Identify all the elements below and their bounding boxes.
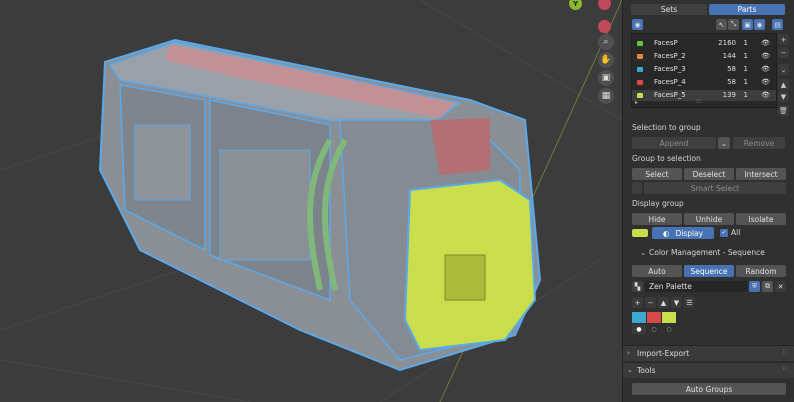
move-up-button[interactable]: ▲ xyxy=(778,79,789,90)
palette-name-field[interactable]: Zen Palette xyxy=(645,281,747,292)
group-list[interactable]: FacesP 2160 1 👁 FacesP_2 144 1 👁 FacesP_… xyxy=(631,33,777,108)
all-label: All xyxy=(731,228,741,237)
duplicate-icon[interactable]: ⧉ xyxy=(762,281,773,292)
object-icon[interactable]: ◉ xyxy=(632,19,643,30)
palette-color-3[interactable] xyxy=(662,312,676,323)
add-color-icon[interactable]: + xyxy=(632,297,643,308)
chevron-down-icon: ⌄ xyxy=(627,366,633,374)
sort-icon[interactable]: ☰ xyxy=(684,297,695,308)
display-label: Display xyxy=(675,228,704,238)
grid-icon[interactable]: ▦ xyxy=(598,88,614,104)
remove-button[interactable]: Remove xyxy=(733,137,785,149)
selection-to-group-label: Selection to group xyxy=(632,123,701,132)
color-swatch xyxy=(637,54,643,59)
visibility-icon[interactable]: ◉ xyxy=(754,19,765,30)
drag-grip-icon[interactable]: ⁝⁝ xyxy=(783,365,787,373)
layers-icon[interactable]: ▤ xyxy=(772,19,783,30)
select-toggle-icon[interactable]: ⤡ xyxy=(728,19,739,30)
smart-select-checkbox[interactable] xyxy=(632,182,642,194)
scene-view xyxy=(0,0,622,402)
eye-icon[interactable]: 👁 xyxy=(761,39,770,47)
trash-icon[interactable]: 🗑 xyxy=(778,105,789,116)
display-group-label: Display group xyxy=(632,199,684,208)
crate-model xyxy=(98,38,542,372)
zoom-icon[interactable]: ⌕ xyxy=(598,34,614,50)
tab-sets[interactable]: Sets xyxy=(631,4,707,15)
remove-color-icon[interactable]: − xyxy=(645,297,656,308)
move-color-down-icon[interactable]: ▼ xyxy=(671,297,682,308)
append-button[interactable]: Append xyxy=(632,137,716,149)
eye-icon[interactable]: 👁 xyxy=(761,78,770,86)
palette-select-3[interactable]: ○ xyxy=(662,325,676,334)
color-swatch xyxy=(637,93,643,98)
smart-select-button[interactable]: Smart Select xyxy=(644,182,786,194)
isolate-button[interactable]: Isolate xyxy=(736,213,786,225)
remove-group-button[interactable]: − xyxy=(778,47,789,58)
camera-icon[interactable]: ▣ xyxy=(598,70,614,86)
list-scroll-grip[interactable]: ⁝⁝⁝ xyxy=(696,98,702,105)
move-color-up-icon[interactable]: ▲ xyxy=(658,297,669,308)
side-panel: Sets Parts ◉ ↖ ⤡ ▣ ◉ ▤ FacesP 2160 1 👁 F… xyxy=(622,0,794,402)
chevron-right-icon: › xyxy=(627,349,630,357)
unhide-button[interactable]: Unhide xyxy=(684,213,734,225)
color-management-chevron-icon[interactable]: ⌄ xyxy=(640,248,646,257)
hand-icon[interactable]: ✋ xyxy=(598,52,614,68)
list-item[interactable]: FacesP 2160 1 👁 xyxy=(632,38,776,49)
palette-name: Zen Palette xyxy=(649,282,692,291)
eye-icon[interactable]: 👁 xyxy=(761,65,770,73)
tools-section[interactable]: ⌄ Tools ⁝⁝ xyxy=(623,362,794,378)
append-dropdown-chevron-icon[interactable]: ⌄ xyxy=(718,137,730,149)
auto-groups-button[interactable]: Auto Groups xyxy=(632,383,786,395)
list-expand-icon[interactable]: ▸ xyxy=(635,99,638,106)
import-export-section[interactable]: › Import-Export ⁝⁝ xyxy=(623,345,794,361)
deselect-button[interactable]: Deselect xyxy=(684,168,734,180)
intersect-button[interactable]: Intersect xyxy=(736,168,786,180)
gizmo-x-axis[interactable] xyxy=(598,20,611,33)
eye-icon[interactable]: 👁 xyxy=(761,52,770,60)
list-item[interactable]: FacesP_3 58 1 👁 xyxy=(632,64,776,75)
close-icon[interactable]: ✕ xyxy=(775,281,786,292)
hide-button[interactable]: Hide xyxy=(632,213,682,225)
display-toggle-icon: ◐ xyxy=(662,228,670,238)
color-swatch xyxy=(637,41,643,46)
color-swatch xyxy=(637,80,643,85)
list-item[interactable]: FacesP_5 139 1 👁 xyxy=(632,90,776,101)
shield-icon[interactable]: ⛨ xyxy=(749,281,760,292)
color-swatch xyxy=(637,67,643,72)
3d-viewport[interactable]: Y ⌕ ✋ ▣ ▦ xyxy=(0,0,622,402)
menu-chevron-icon[interactable]: ⌄ xyxy=(778,64,789,75)
move-down-button[interactable]: ▼ xyxy=(778,91,789,102)
auto-button[interactable]: Auto xyxy=(632,265,682,277)
overlay-icon[interactable]: ▣ xyxy=(742,19,753,30)
display-color-swatch[interactable] xyxy=(632,229,648,237)
palette-select-1[interactable]: ● xyxy=(632,325,646,334)
sequence-button[interactable]: Sequence xyxy=(684,265,734,277)
add-group-button[interactable]: + xyxy=(778,34,789,45)
palette-color-1[interactable] xyxy=(632,312,646,323)
palette-color-2[interactable] xyxy=(647,312,661,323)
display-button[interactable]: ◐ Display xyxy=(652,227,714,239)
select-button[interactable]: Select xyxy=(632,168,682,180)
tab-parts[interactable]: Parts xyxy=(709,4,785,15)
drag-grip-icon[interactable]: ⁝⁝ xyxy=(783,348,787,356)
random-button[interactable]: Random xyxy=(736,265,786,277)
eye-icon[interactable]: 👁 xyxy=(761,91,770,99)
all-checkbox[interactable]: ✓ xyxy=(720,229,728,237)
group-to-selection-label: Group to selection xyxy=(632,154,701,163)
palette-select-2[interactable]: ○ xyxy=(647,325,661,334)
parts-label: Parts xyxy=(737,5,757,14)
list-item[interactable]: FacesP_2 144 1 👁 xyxy=(632,51,776,62)
palette-icon[interactable]: ▚ xyxy=(632,281,643,292)
list-item[interactable]: FacesP_4 58 1 👁 xyxy=(632,77,776,88)
select-cursor-icon[interactable]: ↖ xyxy=(716,19,727,30)
color-management-label[interactable]: Color Management - Sequence xyxy=(649,248,765,257)
